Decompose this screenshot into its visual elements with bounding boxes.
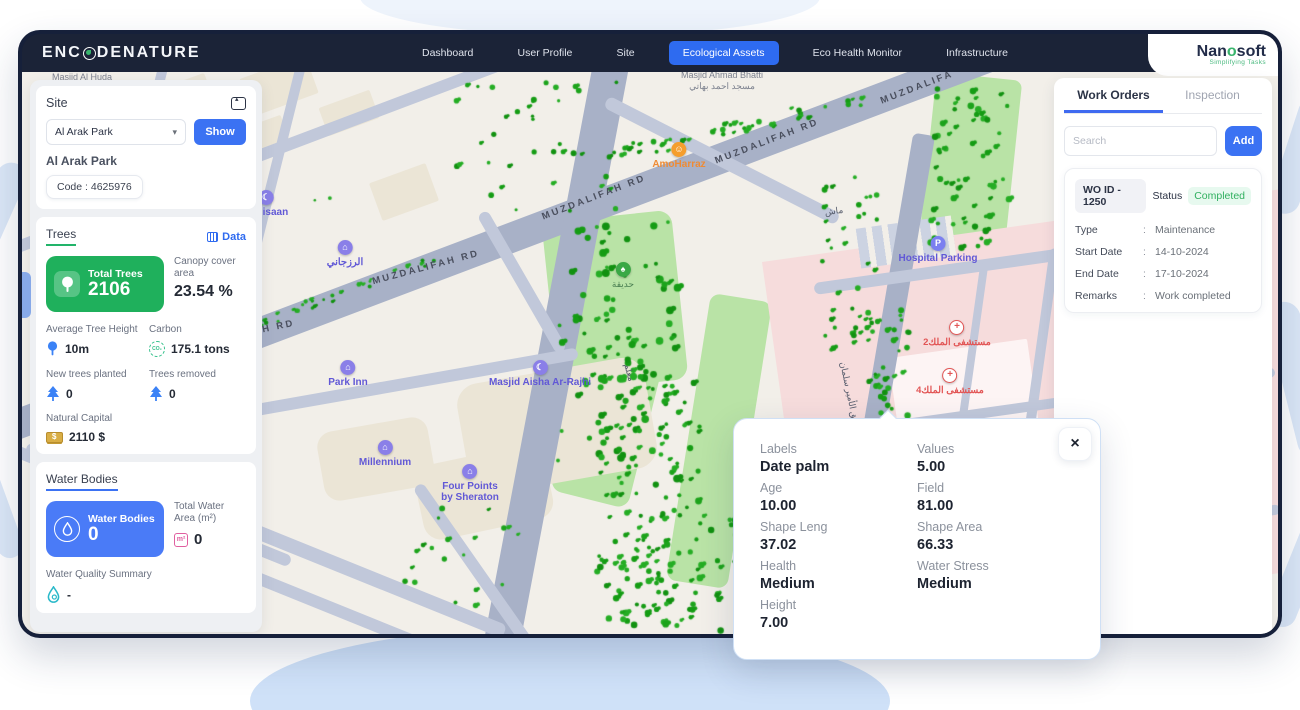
metric-trees-removed: Trees removed 0 <box>149 369 246 401</box>
table-icon <box>207 232 218 242</box>
trees-section-title: Trees <box>46 227 76 246</box>
popup-values-column: Values5.00 Field81.00 Shape Area66.33 Wa… <box>917 437 1074 632</box>
nanosoft-tagline: Simplifying Tasks <box>1209 59 1266 66</box>
tree-planted-icon <box>46 386 60 401</box>
tree-detail-popup: LabelsDate palm Age10.00 Shape Leng37.02… <box>733 418 1101 660</box>
field-remarks: Remarks:Work completed <box>1075 290 1251 302</box>
logo-text-prefix: ENC <box>42 44 82 62</box>
canopy-label: Canopy cover area <box>174 256 246 280</box>
nav-user-profile[interactable]: User Profile <box>508 41 583 65</box>
chevron-down-icon: ▾ <box>172 127 177 138</box>
nanosoft-logo: Nanosoft Simplifying Tasks <box>1148 34 1278 76</box>
tree-height-icon <box>46 341 59 356</box>
status-badge: Completed <box>1188 187 1251 205</box>
total-trees-value: 2106 <box>88 280 143 300</box>
money-icon <box>46 432 63 443</box>
water-bodies-card: Water Bodies Water Bodies 0 <box>36 462 256 613</box>
tree-removed-icon <box>149 386 163 401</box>
nav-eco-health-monitor[interactable]: Eco Health Monitor <box>803 41 912 65</box>
field-end-date: End Date:17-10-2024 <box>1075 268 1251 280</box>
popup-labels-column: LabelsDate palm Age10.00 Shape Leng37.02… <box>760 437 917 632</box>
status-label: Status <box>1152 190 1182 202</box>
water-area-value: 0 <box>194 531 202 548</box>
nav-ecological-assets[interactable]: Ecological Assets <box>669 41 779 65</box>
field-type: Type:Maintenance <box>1075 224 1251 236</box>
collapse-panel-icon[interactable] <box>231 97 246 110</box>
canopy-value: 23.54 % <box>174 283 246 301</box>
metric-avg-tree-height: Average Tree Height 10m <box>46 324 143 357</box>
water-area-label: Total Water Area (m²) <box>174 501 246 525</box>
site-sidebar: Site Al Arak Park ▾ Show Al Arak Park Co… <box>30 80 262 632</box>
logo-text-suffix: DENATURE <box>97 44 201 62</box>
water-bodies-value: 0 <box>88 525 155 545</box>
site-select[interactable]: Al Arak Park ▾ <box>46 119 186 145</box>
field-start-date: Start Date:14-10-2024 <box>1075 246 1251 258</box>
site-code-chip: Code : 4625976 <box>46 175 143 199</box>
water-section-title: Water Bodies <box>46 472 118 491</box>
water-quality-icon <box>46 586 61 603</box>
site-card: Site Al Arak Park ▾ Show Al Arak Park Co… <box>36 86 256 209</box>
metric-carbon: Carbon CO₂175.1 tons <box>149 324 246 357</box>
show-button[interactable]: Show <box>194 119 246 145</box>
nav-infrastructure[interactable]: Infrastructure <box>936 41 1018 65</box>
metric-new-trees: New trees planted 0 <box>46 369 143 401</box>
nav-dashboard[interactable]: Dashboard <box>412 41 483 65</box>
search-input[interactable] <box>1064 126 1217 156</box>
top-navbar: ENC DENATURE Dashboard User Profile Site… <box>22 34 1278 72</box>
square-meter-icon: m² <box>174 533 188 547</box>
trees-data-link[interactable]: Data <box>207 231 246 243</box>
sidebar-edge-handle[interactable] <box>22 272 31 318</box>
trees-card: Trees Data <box>36 217 256 454</box>
co2-icon: CO₂ <box>149 341 165 357</box>
nav-site[interactable]: Site <box>607 41 645 65</box>
leaf-fingerprint-icon <box>83 47 96 60</box>
add-button[interactable]: Add <box>1225 126 1262 156</box>
tab-work-orders[interactable]: Work Orders <box>1064 78 1163 113</box>
water-drop-icon <box>54 516 80 542</box>
tree-icon <box>54 271 80 297</box>
tab-inspection[interactable]: Inspection <box>1163 78 1262 113</box>
total-trees-card: Total Trees 2106 <box>46 256 164 312</box>
work-order-id: WO ID - 1250 <box>1075 179 1146 213</box>
water-quality-summary: Water Quality Summary - <box>46 569 246 603</box>
nanosoft-logo-text: Nanosoft <box>1197 44 1266 59</box>
panel-tabs: Work Orders Inspection <box>1064 78 1262 114</box>
site-name: Al Arak Park <box>46 154 246 168</box>
close-icon[interactable]: × <box>1058 427 1092 461</box>
site-section-title: Site <box>46 96 231 110</box>
page: ENC DENATURE Dashboard User Profile Site… <box>0 0 1300 710</box>
metric-natural-capital: Natural Capital 2110 $ <box>46 413 246 444</box>
work-order-card[interactable]: WO ID - 1250 Status Completed Type:Maint… <box>1064 168 1262 313</box>
main-nav: Dashboard User Profile Site Ecological A… <box>412 34 1018 72</box>
encodenature-logo: ENC DENATURE <box>42 44 200 62</box>
water-bodies-stat-card: Water Bodies 0 <box>46 501 164 557</box>
